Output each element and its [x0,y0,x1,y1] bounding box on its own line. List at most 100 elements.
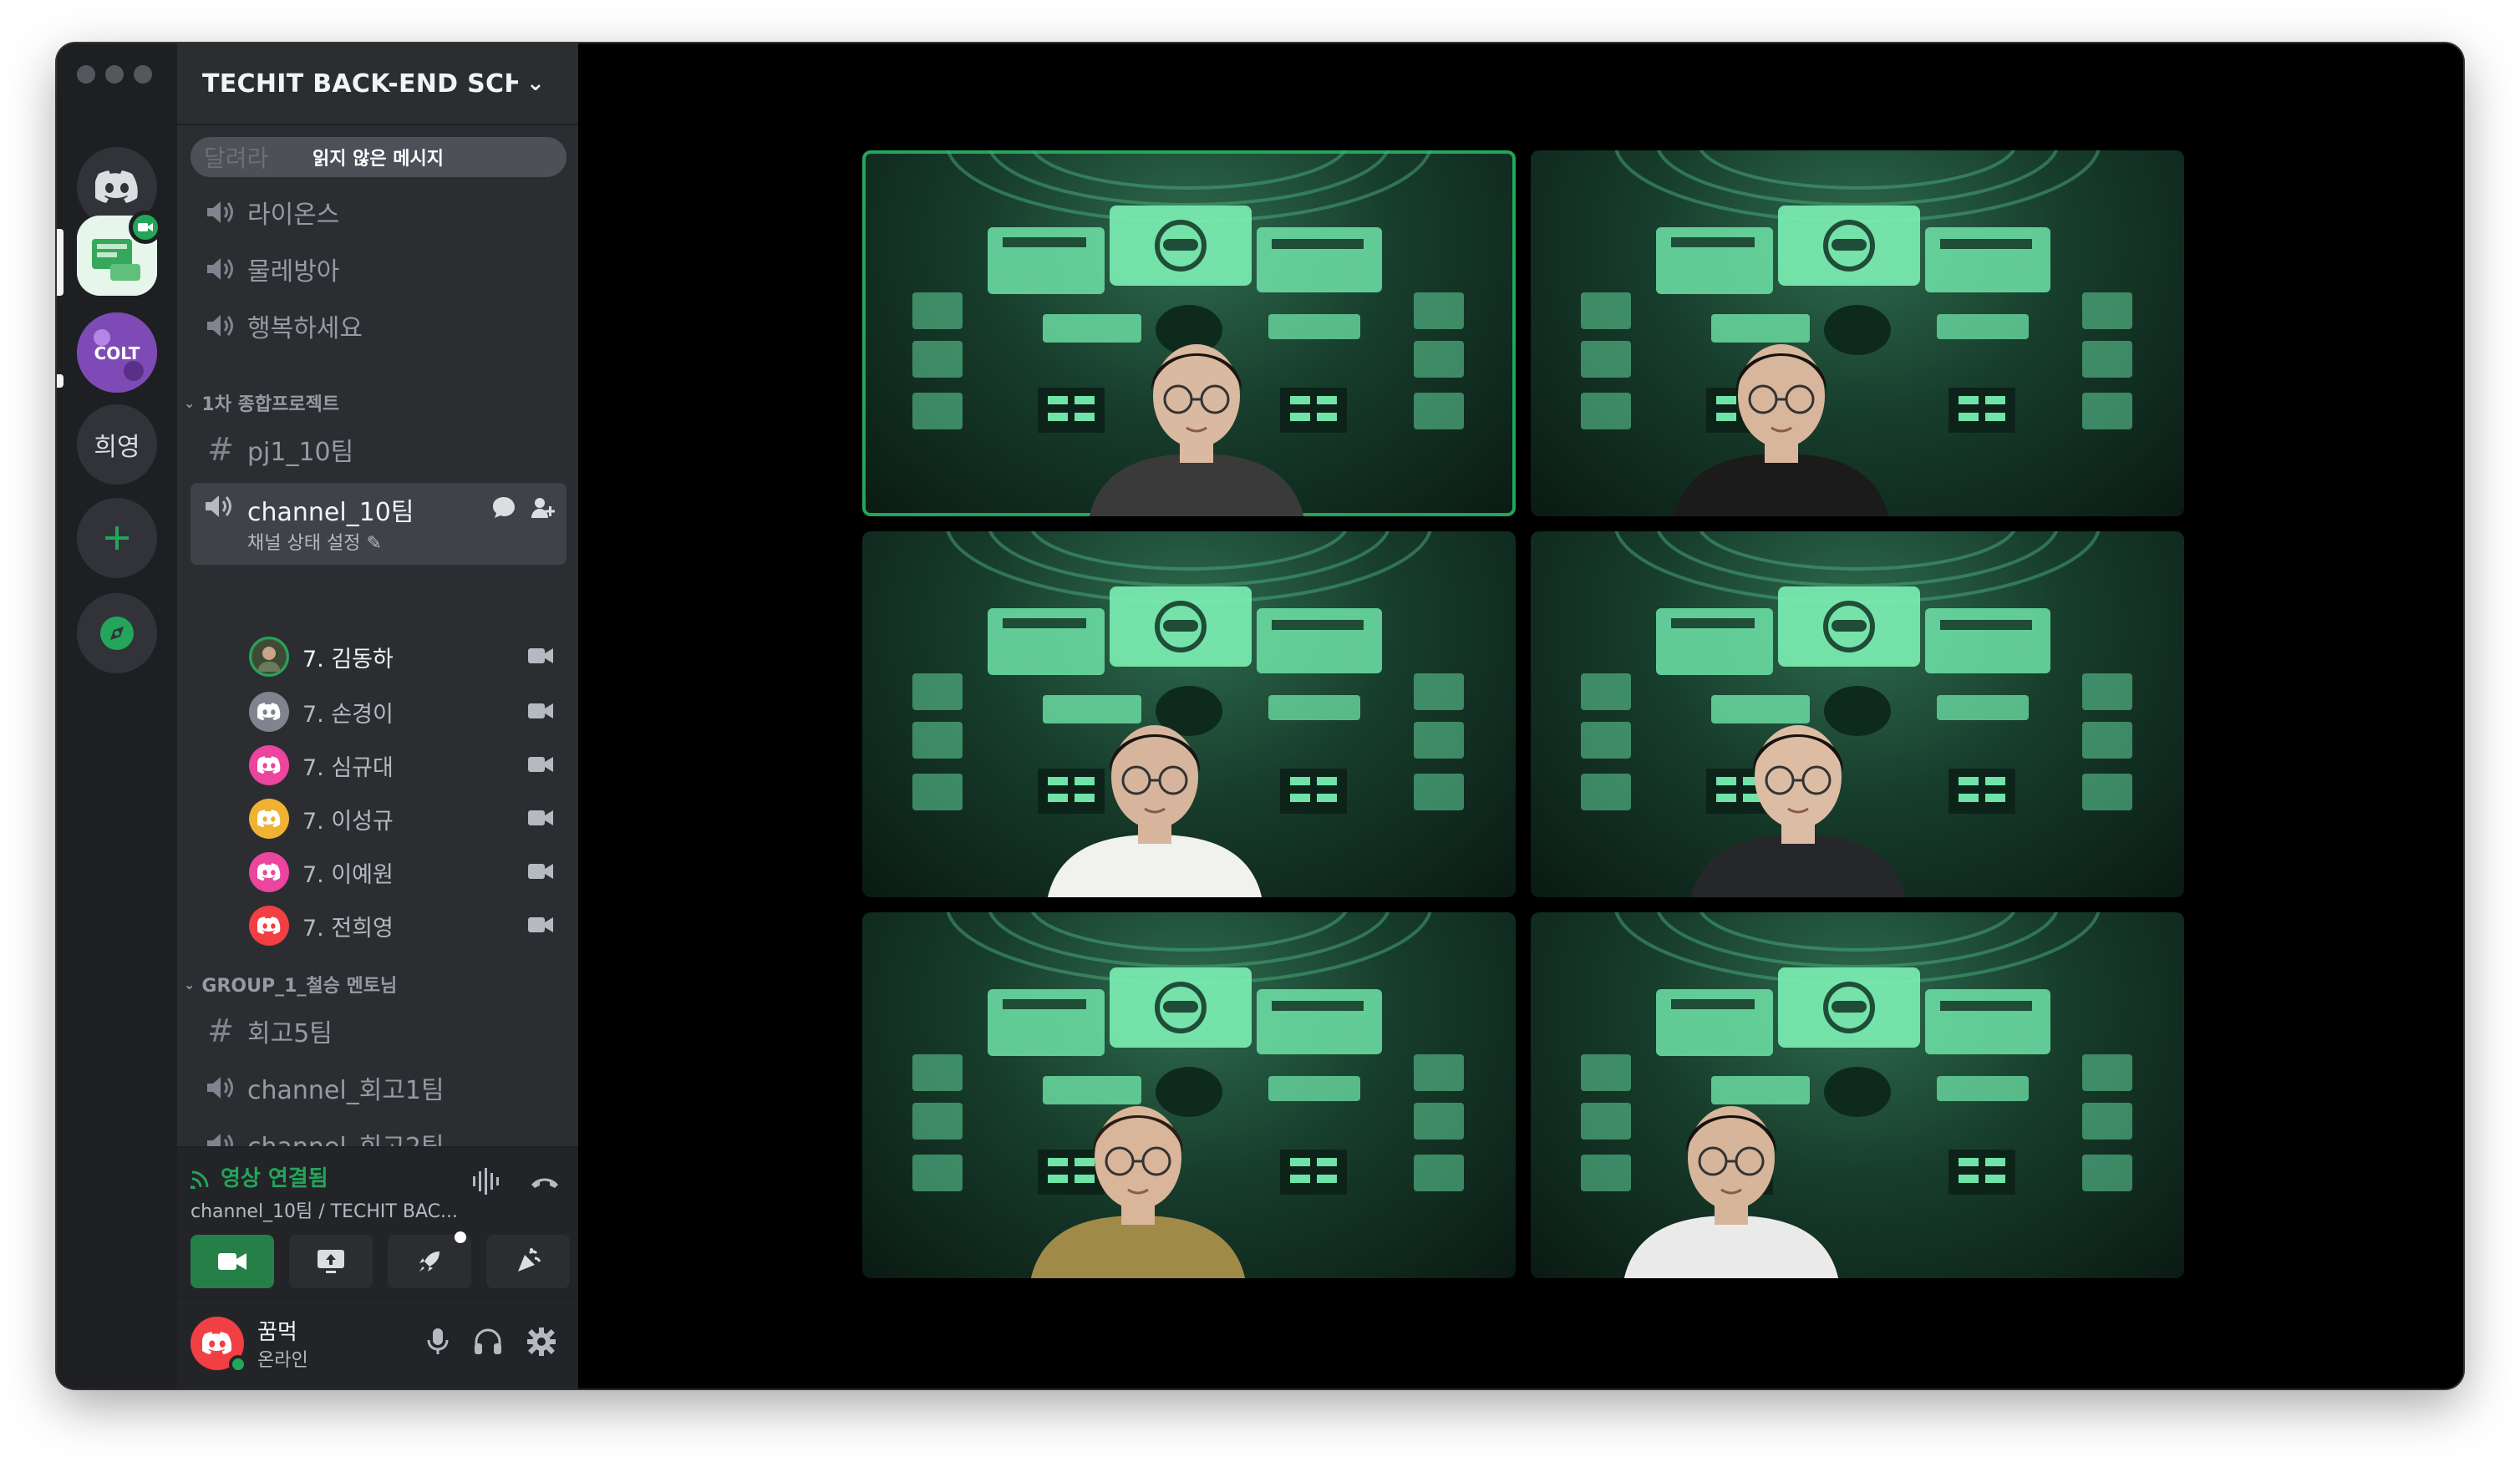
zoom-window-button[interactable] [134,65,152,84]
channel-actions [491,495,555,520]
member-name: 7. 이성규 [302,808,394,835]
voice-location[interactable]: channel_10팀 / TECHIT BAC... [191,1196,458,1223]
voice-member[interactable]: 7. 손경이 [249,688,566,735]
voice-member[interactable]: 7. 심규대 [249,742,566,789]
video-tile[interactable] [862,912,1516,1278]
discord-icon [257,916,281,935]
user-panel: 꿈먹 온라인 [177,1297,578,1388]
server-initials: 희영 [94,433,140,462]
video-tile[interactable] [862,531,1516,897]
screen-share-button[interactable] [289,1235,373,1288]
server-rail: COLT 희영 [57,43,177,1388]
voice-member[interactable]: 7. 이예원 [249,849,566,896]
voice-member[interactable]: 7. 전희영 [249,902,566,949]
minimize-window-button[interactable] [105,65,124,84]
voice-channel-retro1[interactable]: channel_회고1팀 [191,1063,566,1113]
voice-member[interactable]: 7. 김동하 [249,633,566,680]
compass-icon [100,617,134,650]
activities-button[interactable] [388,1231,471,1288]
video-tile[interactable] [1531,150,2184,516]
video-camera-icon [528,860,553,886]
server-techit[interactable] [77,211,162,296]
voice-panel-icons [471,1168,561,1195]
selected-server-pill [57,229,64,296]
gear-icon[interactable] [526,1327,556,1357]
plus-icon [105,526,129,550]
chevron-down-icon: ⌄ [526,71,546,96]
username: 꿈먹 [257,1320,297,1345]
voice-channel-active[interactable]: channel_10팀 채널 상태 설정 ✎ [191,483,566,565]
participant-video [1090,344,1303,516]
chevron-down-icon: ⌄ [184,394,196,411]
discord-icon [257,756,281,774]
avatar [249,799,289,839]
chat-bubble-icon[interactable] [491,495,516,520]
video-tile[interactable] [1531,912,2184,1278]
channel-label: 회고5팀 [247,1019,333,1048]
channel-status-setting[interactable]: 채널 상태 설정 ✎ [247,528,382,555]
video-camera-icon [528,754,553,779]
discord-icon [202,1332,232,1355]
video-tile[interactable] [1531,531,2184,897]
microphone-icon[interactable] [426,1327,450,1357]
speaker-icon [204,199,237,226]
photo-avatar-icon [252,640,286,673]
soundboard-button[interactable] [486,1235,570,1288]
channel-label: 행복하세요 [247,314,363,343]
voice-member[interactable]: 7. 이성규 [249,795,566,842]
member-name: 7. 전희영 [302,915,394,942]
unread-messages-button[interactable]: 달려라 읽지 않은 메시지 [191,137,566,177]
disconnect-icon[interactable] [528,1168,561,1195]
discord-window: COLT 희영 TECHIT BACK-END SCHOO ⌄ 달려라 읽지 않… [57,43,2463,1388]
speaker-icon [204,493,234,523]
window-controls [77,65,152,84]
headphones-icon[interactable] [473,1327,503,1357]
video-camera-icon [528,645,553,671]
notification-dot [455,1231,466,1243]
noise-suppression-icon[interactable] [471,1168,505,1195]
invite-user-icon[interactable] [530,495,555,520]
user-status: 온라인 [257,1350,308,1371]
participant-video [1691,725,1905,897]
discord-icon [257,703,281,721]
voice-channel-lions[interactable]: 라이온스 [191,187,566,237]
avatar [249,906,289,946]
text-channel-retro5[interactable]: # 회고5팀 [191,1006,566,1056]
avatar [249,692,289,732]
speaker-icon [204,312,237,339]
server-initials-button[interactable]: 희영 [77,404,157,485]
channel-label: 라이온스 [247,201,340,230]
video-tile[interactable] [862,150,1516,516]
video-stage [578,43,2463,1388]
server-name: TECHIT BACK-END SCHOO [202,69,518,99]
member-name: 7. 손경이 [302,701,394,728]
voice-connection-panel: 영상 연결됨 channel_10팀 / TECHIT BAC... [177,1146,578,1297]
category-group1[interactable]: ⌄ GROUP_1_철승 멘토님 [184,969,397,999]
discord-icon [95,170,138,203]
chevron-down-icon: ⌄ [184,976,196,992]
category-project1[interactable]: ⌄ 1차 종합프로젝트 [184,388,339,418]
colt-icon: COLT [77,312,157,393]
rocket-icon [419,1251,439,1272]
member-name: 7. 김동하 [302,646,394,673]
close-window-button[interactable] [77,65,95,84]
server-header[interactable]: TECHIT BACK-END SCHOO ⌄ [177,43,578,125]
voice-channel-mulle[interactable]: 물레방아 [191,244,566,294]
avatar [249,637,289,677]
participant-video [1674,344,1888,516]
text-channel-pj1[interactable]: # pj1_10팀 [191,424,566,475]
channel-label: pj1_10팀 [247,438,354,467]
participant-video [1031,1106,1245,1278]
channel-label: channel_회고1팀 [247,1076,445,1105]
explore-servers-button[interactable] [77,593,157,673]
server-colt[interactable]: COLT [77,312,157,393]
channel-status-label: 채널 상태 설정 [247,533,361,554]
voice-action-buttons [191,1231,570,1288]
voice-channel-happy[interactable]: 행복하세요 [191,301,566,351]
camera-toggle-button[interactable] [191,1235,274,1288]
voice-status[interactable]: 영상 연결됨 [191,1161,328,1192]
member-name: 7. 심규대 [302,754,394,781]
discord-icon [257,863,281,881]
add-server-button[interactable] [77,498,157,578]
member-name: 7. 이예원 [302,861,394,888]
